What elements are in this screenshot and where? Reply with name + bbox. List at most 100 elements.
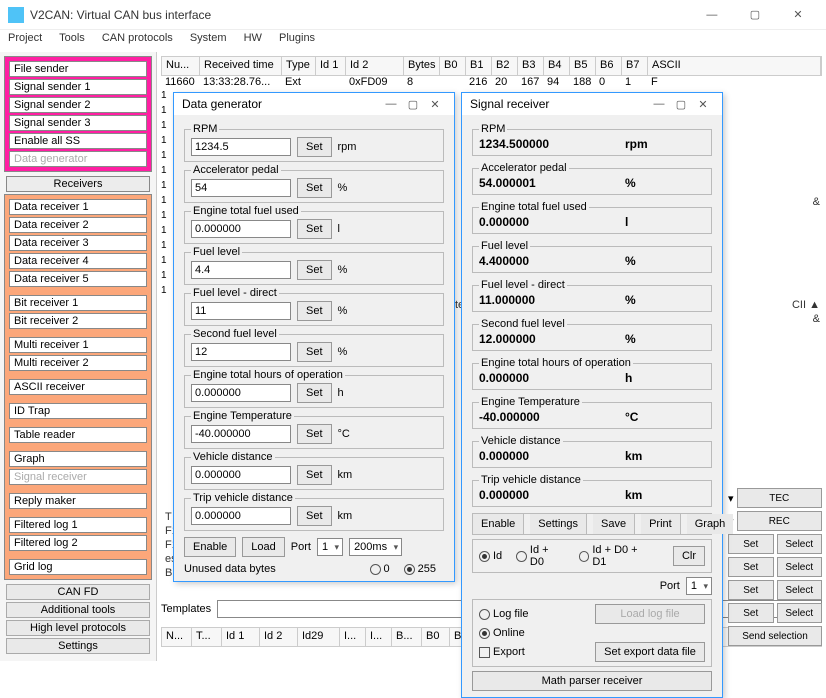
- data-receiver-5[interactable]: Data receiver 5: [9, 271, 147, 287]
- col-b5[interactable]: B5: [570, 57, 596, 75]
- col-b1[interactable]: B1: [466, 57, 492, 75]
- set-button-4[interactable]: Set: [728, 603, 774, 623]
- col-time[interactable]: Received time: [200, 57, 282, 75]
- dg-maximize-button[interactable]: ▢: [402, 98, 424, 111]
- dg-field-set-button[interactable]: Set: [297, 137, 332, 157]
- dg-field-input[interactable]: [191, 343, 291, 361]
- dg-field-set-button[interactable]: Set: [297, 383, 332, 403]
- dg-field-input[interactable]: [191, 220, 291, 238]
- file-sender-item[interactable]: File sender: [9, 61, 147, 77]
- dg-field-input[interactable]: [191, 384, 291, 402]
- sr-tab-save[interactable]: Save: [593, 514, 635, 534]
- signal-receiver-item[interactable]: Signal receiver: [9, 469, 147, 485]
- dg-port-select[interactable]: 1: [317, 538, 343, 556]
- dg-field-set-button[interactable]: Set: [297, 424, 332, 444]
- set-button-3[interactable]: Set: [728, 580, 774, 600]
- sr-minimize-button[interactable]: —: [648, 98, 670, 110]
- data-receiver-2[interactable]: Data receiver 2: [9, 217, 147, 233]
- signal-sender-1[interactable]: Signal sender 1: [9, 79, 147, 95]
- sr-export-check[interactable]: Export: [479, 646, 525, 658]
- tec-button[interactable]: TEC: [737, 488, 822, 508]
- col-id2[interactable]: Id 2: [346, 57, 404, 75]
- dg-minimize-button[interactable]: —: [380, 98, 402, 110]
- sr-math-parser-button[interactable]: Math parser receiver: [472, 671, 712, 691]
- maximize-button[interactable]: ▢: [735, 3, 775, 27]
- signal-sender-2[interactable]: Signal sender 2: [9, 97, 147, 113]
- dg-rate-select[interactable]: 200ms: [349, 538, 402, 556]
- col-num[interactable]: Nu...: [162, 57, 200, 75]
- rec-button[interactable]: REC: [737, 511, 822, 531]
- sr-logfile-radio[interactable]: Log file: [479, 608, 528, 620]
- sr-set-export-button[interactable]: Set export data file: [595, 642, 705, 662]
- col-ascii[interactable]: ASCII: [648, 57, 821, 75]
- select-button-1[interactable]: Select: [777, 534, 823, 554]
- graph[interactable]: Graph: [9, 451, 147, 467]
- col-b2[interactable]: B2: [492, 57, 518, 75]
- menu-plugins[interactable]: Plugins: [279, 32, 315, 44]
- high-level-protocols-button[interactable]: High level protocols: [6, 620, 150, 636]
- set-button-2[interactable]: Set: [728, 557, 774, 577]
- select-button-2[interactable]: Select: [777, 557, 823, 577]
- dg-field-set-button[interactable]: Set: [297, 301, 332, 321]
- col-b7[interactable]: B7: [622, 57, 648, 75]
- chevron-down-icon[interactable]: ▾: [728, 492, 734, 505]
- grid-row[interactable]: 11660 13:33:28.76... Ext 0xFD09 8 216 20…: [161, 76, 822, 92]
- sr-online-radio[interactable]: Online: [479, 627, 525, 639]
- col-b0[interactable]: B0: [440, 57, 466, 75]
- data-receiver-4[interactable]: Data receiver 4: [9, 253, 147, 269]
- signal-sender-3[interactable]: Signal sender 3: [9, 115, 147, 131]
- set-button-1[interactable]: Set: [728, 534, 774, 554]
- col-bytes[interactable]: Bytes: [404, 57, 440, 75]
- minimize-button[interactable]: —: [692, 3, 732, 27]
- dg-field-input[interactable]: [191, 507, 291, 525]
- close-button[interactable]: ✕: [778, 3, 818, 27]
- dg-field-set-button[interactable]: Set: [297, 178, 332, 198]
- menu-hw[interactable]: HW: [244, 32, 262, 44]
- bit-receiver-2[interactable]: Bit receiver 2: [9, 313, 147, 329]
- sr-id-radio[interactable]: Id: [479, 550, 502, 562]
- dg-field-input[interactable]: [191, 179, 291, 197]
- dg-field-set-button[interactable]: Set: [297, 506, 332, 526]
- sr-id-d0-radio[interactable]: Id + D0: [516, 544, 564, 568]
- reply-maker[interactable]: Reply maker: [9, 493, 147, 509]
- data-receiver-1[interactable]: Data receiver 1: [9, 199, 147, 215]
- dg-enable-button[interactable]: Enable: [184, 537, 236, 557]
- dg-field-set-button[interactable]: Set: [297, 260, 332, 280]
- dg-field-set-button[interactable]: Set: [297, 342, 332, 362]
- col-type[interactable]: Type: [282, 57, 316, 75]
- dg-field-input[interactable]: [191, 138, 291, 156]
- sr-clr-button[interactable]: Clr: [673, 546, 705, 566]
- dg-field-input[interactable]: [191, 466, 291, 484]
- data-generator-item[interactable]: Data generator: [9, 151, 147, 167]
- sr-tab-graph[interactable]: Graph: [687, 514, 734, 534]
- dg-field-input[interactable]: [191, 425, 291, 443]
- col-id1[interactable]: Id 1: [316, 57, 346, 75]
- data-receiver-3[interactable]: Data receiver 3: [9, 235, 147, 251]
- can-fd-button[interactable]: CAN FD: [6, 584, 150, 600]
- menu-system[interactable]: System: [190, 32, 227, 44]
- sr-port-select[interactable]: 1: [686, 577, 712, 595]
- multi-receiver-1[interactable]: Multi receiver 1: [9, 337, 147, 353]
- grid-log[interactable]: Grid log: [9, 559, 147, 575]
- dg-load-button[interactable]: Load: [242, 537, 284, 557]
- enable-all-ss[interactable]: Enable all SS: [9, 133, 147, 149]
- sr-tab-enable[interactable]: Enable: [473, 514, 524, 534]
- filtered-log-2[interactable]: Filtered log 2: [9, 535, 147, 551]
- menu-tools[interactable]: Tools: [59, 32, 85, 44]
- sr-close-button[interactable]: ✕: [692, 98, 714, 111]
- table-reader[interactable]: Table reader: [9, 427, 147, 443]
- bit-receiver-1[interactable]: Bit receiver 1: [9, 295, 147, 311]
- col-b3[interactable]: B3: [518, 57, 544, 75]
- dg-field-set-button[interactable]: Set: [297, 465, 332, 485]
- filtered-log-1[interactable]: Filtered log 1: [9, 517, 147, 533]
- sr-tab-settings[interactable]: Settings: [530, 514, 587, 534]
- settings-button[interactable]: Settings: [6, 638, 150, 654]
- sr-tab-print[interactable]: Print: [641, 514, 681, 534]
- dg-udb-0-radio[interactable]: 0: [370, 563, 390, 575]
- multi-receiver-2[interactable]: Multi receiver 2: [9, 355, 147, 371]
- dg-close-button[interactable]: ✕: [424, 98, 446, 111]
- select-button-3[interactable]: Select: [777, 580, 823, 600]
- send-selection-button[interactable]: Send selection: [728, 626, 822, 646]
- menu-can-protocols[interactable]: CAN protocols: [102, 32, 173, 44]
- col-b6[interactable]: B6: [596, 57, 622, 75]
